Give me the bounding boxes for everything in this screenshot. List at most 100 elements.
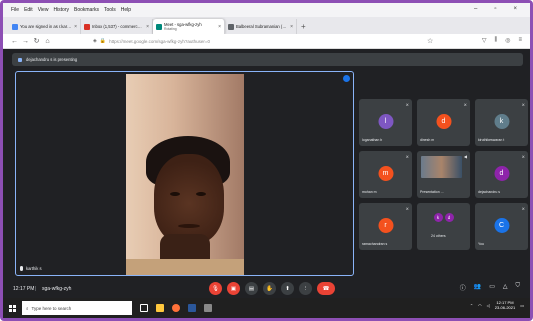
info-icon[interactable]: ⓘ [460, 283, 466, 292]
close-tab-icon[interactable]: × [290, 24, 293, 30]
mic-off-icon: ⨯ [405, 102, 409, 107]
tab-title: Inbox (1,537) - commerce_coll [92, 24, 145, 29]
meeting-code: sga-wfkg-zyh [42, 285, 72, 292]
tile-name-label: karthik s [20, 266, 42, 271]
avatar: d [436, 114, 451, 129]
reload-icon[interactable]: ↻ [31, 37, 42, 45]
windows-taskbar: ⌕ Type here to search ⌃ ◠ ◁ 12:17 PM 23-… [3, 298, 530, 318]
activities-icon[interactable]: △ [503, 283, 508, 292]
google-icon [12, 23, 18, 30]
presentation-tile[interactable]: ◀ Presentation ... [417, 151, 470, 198]
menu-bookmarks[interactable]: Bookmarks [74, 7, 99, 13]
participant-name: You [478, 242, 484, 246]
meeting-time: 12:17 PM [13, 285, 35, 292]
menu-icon[interactable]: ≡ [518, 37, 522, 44]
forward-icon[interactable]: → [20, 38, 31, 45]
participant-name: dinesh m [420, 138, 435, 142]
clock-date: 23-06-2021 [494, 305, 516, 310]
participant-video [126, 74, 244, 275]
meet-control-bar: 12:17 PM | sga-wfkg-zyh 🎙 ▣ ▤ ✋ ⬆ ⋮ ☎ ⓘ … [3, 279, 530, 298]
lock-icon: 🔒 [99, 38, 107, 44]
minimize-button[interactable]: – [474, 6, 477, 12]
file-explorer-icon[interactable] [156, 304, 164, 312]
volume-icon[interactable]: ◁ [487, 303, 490, 308]
meet-area: dejachandru s is presenting karthik s ⨯ … [3, 49, 530, 298]
avatar: r [378, 218, 393, 233]
volume-icon: ◀ [463, 154, 467, 159]
more-options-icon[interactable] [343, 75, 350, 82]
participant-tile[interactable]: ⨯ l loganathan b [359, 99, 412, 146]
close-tab-icon[interactable]: × [218, 24, 221, 30]
tab-title: You are signed in as r.karthik.e [20, 24, 73, 29]
avatar: C [494, 218, 509, 233]
firefox-icon[interactable] [172, 304, 180, 312]
participant-name: dejachandru s [478, 190, 500, 194]
maximize-button[interactable]: ▫ [494, 6, 496, 12]
new-tab-icon[interactable]: + [301, 22, 306, 31]
participant-grid: ⨯ l loganathan b ⨯ d dinesh m ⨯ k kiruth… [359, 99, 529, 259]
close-tab-icon[interactable]: × [74, 24, 77, 30]
tab-inbox[interactable]: Inbox (1,537) - commerce_coll × [81, 19, 153, 34]
pocket-icon[interactable]: ▽ [482, 37, 487, 44]
participant-tile[interactable]: ⨯ d dejachandru s [475, 151, 528, 198]
mic-toggle-button[interactable]: 🎙 [209, 282, 222, 295]
menu-history[interactable]: History [53, 7, 69, 13]
tab-signed-in[interactable]: You are signed in as r.karthik.e × [9, 19, 81, 34]
taskbar-search[interactable]: ⌕ Type here to search [22, 301, 132, 315]
close-tab-icon[interactable]: × [146, 24, 149, 30]
present-button[interactable]: ⬆ [281, 282, 294, 295]
word-icon[interactable] [188, 304, 196, 312]
leave-call-button[interactable]: ☎ [317, 282, 335, 295]
menu-edit[interactable]: Edit [24, 7, 33, 13]
bookmark-star-icon[interactable]: ☆ [427, 37, 433, 45]
chevron-up-icon[interactable]: ⌃ [470, 303, 473, 308]
menu-view[interactable]: View [38, 7, 49, 13]
library-icon[interactable]: ⫼ [494, 37, 497, 44]
search-placeholder: Type here to search [31, 305, 72, 311]
app-icon[interactable] [204, 304, 212, 312]
tab-title: Meet - sga-wfkg-zyh Rotating [164, 22, 216, 31]
others-tile[interactable]: k d 24 others [417, 203, 470, 250]
tab-meet[interactable]: Meet - sga-wfkg-zyh Rotating × [153, 19, 225, 34]
present-icon [18, 57, 22, 62]
lock-icon[interactable]: ⛉ [515, 283, 520, 292]
notifications-icon[interactable]: ▭ [520, 303, 524, 308]
meet-icon [156, 23, 162, 30]
camera-toggle-button[interactable]: ▣ [227, 282, 240, 295]
captions-button[interactable]: ▤ [245, 282, 258, 295]
system-tray: ⌃ ◠ ◁ 12:17 PM 23-06-2021 ▭ [470, 300, 524, 310]
participant-tile[interactable]: ⨯ k kiruthikeswaran t [475, 99, 528, 146]
tab-bvs[interactable]: Balbeeral Subramanian (BVS) × [225, 19, 297, 34]
clock[interactable]: 12:17 PM 23-06-2021 [495, 300, 515, 310]
more-options-button[interactable]: ⋮ [299, 282, 312, 295]
mic-off-icon: ⨯ [405, 206, 409, 211]
url-bar[interactable]: ◈ 🔒 https://meet.google.com/sga-wfkg-zyh… [93, 36, 353, 46]
task-view-icon[interactable] [140, 304, 148, 312]
network-icon[interactable]: ◠ [478, 303, 482, 308]
participant-tile[interactable]: ⨯ d dinesh m [417, 99, 470, 146]
windows-start-icon[interactable] [9, 304, 16, 312]
avatar: k [494, 114, 509, 129]
home-icon[interactable]: ⌂ [42, 38, 53, 45]
tab-title: Balbeeral Subramanian (BVS) [236, 24, 289, 29]
menu-file[interactable]: File [11, 7, 19, 13]
avatar: d [444, 213, 454, 222]
chat-icon[interactable]: ▭ [489, 283, 495, 292]
back-icon[interactable]: ← [9, 38, 20, 45]
close-window-button[interactable]: × [513, 6, 517, 12]
menu-help[interactable]: Help [121, 7, 131, 13]
participant-tile[interactable]: ⨯ r ramachandran s [359, 203, 412, 250]
raise-hand-button[interactable]: ✋ [263, 282, 276, 295]
participant-name: kiruthikeswaran t [478, 138, 505, 142]
main-participant-name: karthik s [26, 266, 42, 271]
self-tile[interactable]: ⨯ C You [475, 203, 528, 250]
mic-off-icon: ⨯ [521, 206, 525, 211]
avatar: k [433, 213, 443, 222]
account-icon[interactable]: ◎ [505, 37, 510, 44]
main-video-tile[interactable]: karthik s [15, 71, 354, 276]
menu-tools[interactable]: Tools [104, 7, 116, 13]
mic-off-icon: ⨯ [521, 154, 525, 159]
avatar: l [378, 114, 393, 129]
participant-tile[interactable]: ⨯ m mohan m [359, 151, 412, 198]
people-icon[interactable]: 👥 [474, 283, 481, 292]
